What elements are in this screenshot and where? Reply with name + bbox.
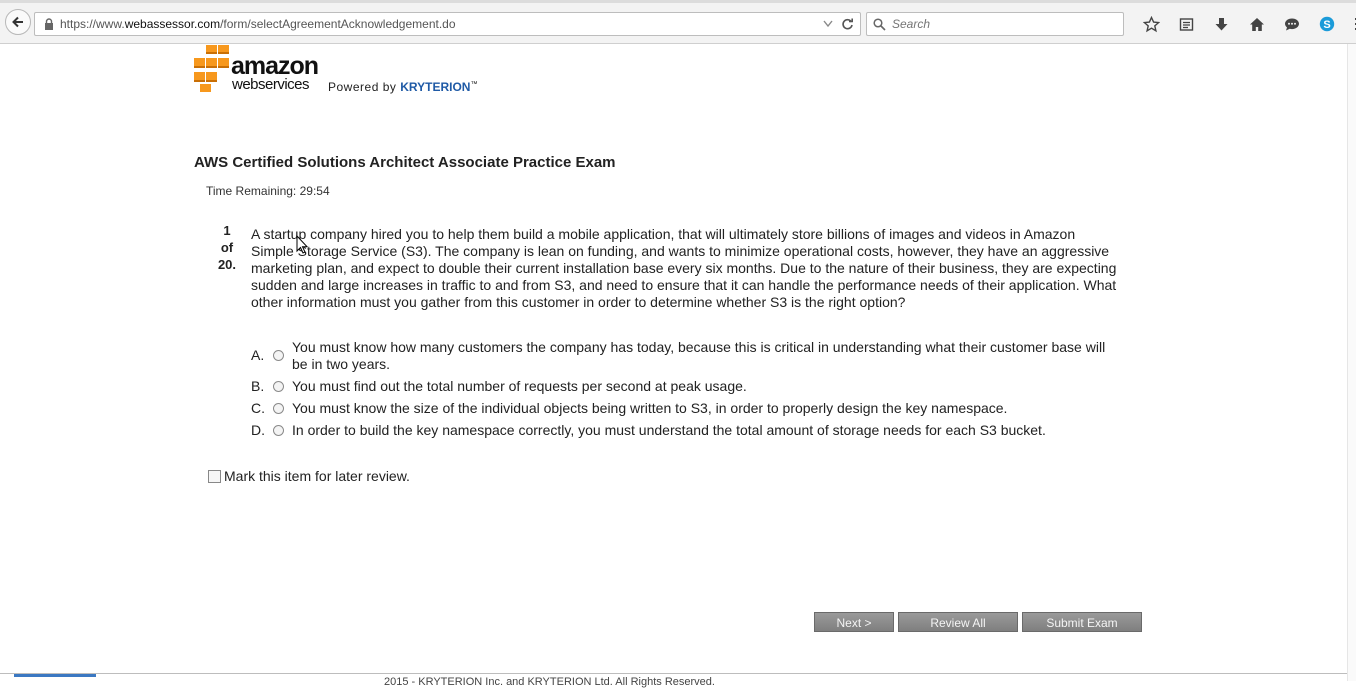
- radio-button[interactable]: [273, 381, 284, 392]
- skype-icon[interactable]: S: [1309, 12, 1344, 36]
- tab-strip: [0, 0, 1356, 3]
- radio-button[interactable]: [273, 425, 284, 436]
- search-input[interactable]: [890, 16, 1094, 32]
- submit-exam-button[interactable]: Submit Exam: [1022, 612, 1142, 632]
- answer-option-c[interactable]: C. You must know the size of the individ…: [251, 400, 1131, 417]
- answer-option-a[interactable]: A. You must know how many customers the …: [251, 339, 1131, 373]
- answer-text: You must know how many customers the com…: [292, 339, 1106, 372]
- footer-accent: [14, 674, 96, 677]
- radio-button[interactable]: [273, 350, 284, 361]
- url-text: https://www.webassessor.com/form/selectA…: [60, 17, 456, 31]
- page-scrollbar[interactable]: [1347, 44, 1356, 681]
- svg-text:S: S: [1323, 19, 1330, 31]
- download-icon[interactable]: [1204, 12, 1239, 36]
- star-icon[interactable]: [1134, 12, 1169, 36]
- logo-webservices-text: webservices: [232, 76, 310, 93]
- time-remaining: Time Remaining: 29:54: [206, 184, 330, 198]
- answer-text: You must know the size of the individual…: [292, 400, 1008, 416]
- answer-letter: C.: [251, 400, 265, 416]
- radio-button[interactable]: [273, 403, 284, 414]
- dropdown-arrow-icon[interactable]: [823, 20, 833, 28]
- logo: amazon webservices Powered by KRYTERION™: [194, 44, 494, 100]
- search-bar[interactable]: [866, 12, 1124, 36]
- lock-icon: [41, 18, 57, 30]
- menu-icon[interactable]: [1344, 12, 1356, 36]
- answer-text: In order to build the key namespace corr…: [292, 422, 1046, 438]
- home-icon[interactable]: [1239, 12, 1274, 36]
- footer-divider: [0, 673, 1347, 674]
- reload-icon[interactable]: [841, 18, 854, 31]
- aws-cubes-logo: [194, 45, 229, 92]
- back-arrow-icon: [12, 16, 23, 28]
- search-icon: [873, 17, 886, 31]
- kryterion-brand: KRYTERION: [400, 80, 471, 94]
- answer-letter: D.: [251, 422, 265, 438]
- mark-review[interactable]: Mark this item for later review.: [208, 468, 410, 484]
- time-value: 29:54: [299, 184, 330, 198]
- footer-copyright: 2015 - KRYTERION Inc. and KRYTERION Ltd.…: [384, 676, 715, 688]
- chat-icon[interactable]: [1274, 12, 1309, 36]
- question-number: 1 of 20.: [217, 223, 237, 272]
- address-bar[interactable]: https://www.webassessor.com/form/selectA…: [34, 12, 861, 36]
- answer-text: You must find out the total number of re…: [292, 378, 747, 394]
- mark-review-checkbox[interactable]: [208, 469, 221, 483]
- next-button[interactable]: Next >: [814, 612, 894, 632]
- answer-option-d[interactable]: D. In order to build the key namespace c…: [251, 422, 1131, 439]
- answer-letter: A.: [251, 347, 265, 363]
- back-button[interactable]: [5, 9, 31, 35]
- answer-list: A. You must know how many customers the …: [251, 339, 1131, 444]
- mark-review-label: Mark this item for later review.: [224, 468, 410, 484]
- exam-title: AWS Certified Solutions Architect Associ…: [194, 154, 616, 171]
- powered-by: Powered by KRYTERION™: [328, 80, 478, 94]
- review-all-button[interactable]: Review All: [898, 612, 1018, 632]
- answer-letter: B.: [251, 378, 265, 394]
- question-text: A startup company hired you to help them…: [251, 226, 1117, 310]
- answer-option-b[interactable]: B. You must find out the total number of…: [251, 378, 1131, 395]
- toolbar-icons: S: [1134, 12, 1356, 36]
- reading-list-icon[interactable]: [1169, 12, 1204, 36]
- browser-toolbar: https://www.webassessor.com/form/selectA…: [0, 0, 1356, 44]
- mouse-cursor-icon: [296, 235, 308, 254]
